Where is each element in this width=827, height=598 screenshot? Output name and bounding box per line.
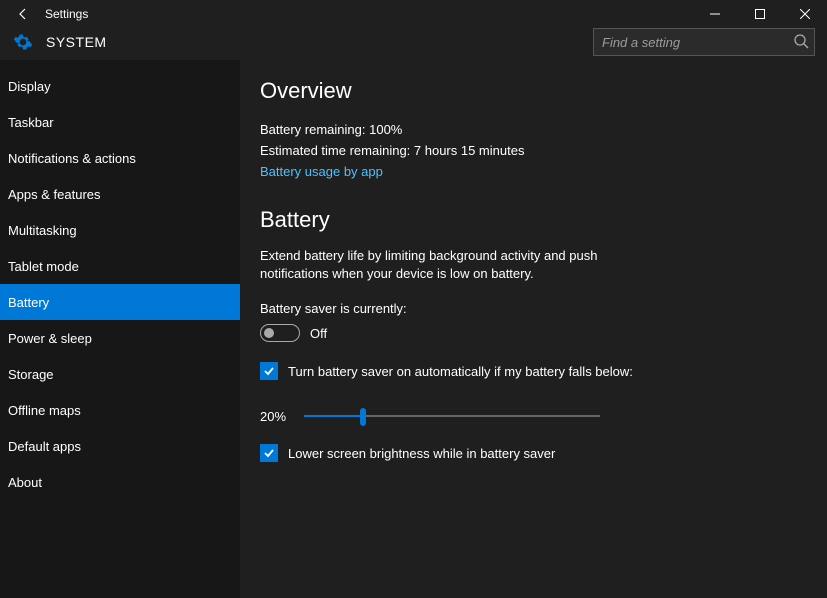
threshold-slider[interactable]: [304, 408, 600, 424]
sidebar-item-label: Battery: [8, 295, 49, 310]
close-button[interactable]: [782, 0, 827, 27]
search-icon: [793, 33, 809, 49]
window-title: Settings: [45, 7, 88, 21]
sidebar-item-battery[interactable]: Battery: [0, 284, 240, 320]
sidebar-item-storage[interactable]: Storage: [0, 356, 240, 392]
toggle-knob: [264, 328, 274, 338]
battery-saver-toggle[interactable]: [260, 324, 300, 342]
sidebar-item-about[interactable]: About: [0, 464, 240, 500]
sidebar-item-offline-maps[interactable]: Offline maps: [0, 392, 240, 428]
sidebar-item-apps-features[interactable]: Apps & features: [0, 176, 240, 212]
sidebar-item-label: Storage: [8, 367, 54, 382]
minimize-button[interactable]: [692, 0, 737, 27]
section-title: SYSTEM: [46, 34, 107, 50]
content-pane: Overview Battery remaining: 100% Estimat…: [240, 60, 827, 598]
sidebar-item-display[interactable]: Display: [0, 68, 240, 104]
sidebar-item-label: Offline maps: [8, 403, 81, 418]
gear-icon: [10, 32, 36, 52]
sidebar-item-taskbar[interactable]: Taskbar: [0, 104, 240, 140]
slider-thumb: [360, 408, 366, 426]
estimated-time-text: Estimated time remaining: 7 hours 15 min…: [260, 143, 807, 158]
sidebar-item-label: About: [8, 475, 42, 490]
auto-saver-checkbox[interactable]: [260, 362, 278, 380]
back-button[interactable]: [0, 0, 45, 27]
check-icon: [263, 365, 275, 377]
sidebar-item-label: Notifications & actions: [8, 151, 136, 166]
sidebar-item-label: Power & sleep: [8, 331, 92, 346]
sidebar-item-notifications-actions[interactable]: Notifications & actions: [0, 140, 240, 176]
battery-heading: Battery: [260, 207, 807, 233]
saver-state-text: Off: [310, 326, 327, 341]
lower-brightness-checkbox[interactable]: [260, 444, 278, 462]
sidebar-item-tablet-mode[interactable]: Tablet mode: [0, 248, 240, 284]
saver-status-label: Battery saver is currently:: [260, 301, 807, 316]
header: SYSTEM: [0, 27, 827, 57]
sidebar-item-label: Tablet mode: [8, 259, 79, 274]
sidebar-item-label: Display: [8, 79, 51, 94]
sidebar: Display Taskbar Notifications & actions App…: [0, 60, 240, 598]
auto-saver-label: Turn battery saver on automatically if m…: [288, 364, 633, 379]
battery-usage-link[interactable]: Battery usage by app: [260, 164, 807, 179]
sidebar-item-power-sleep[interactable]: Power & sleep: [0, 320, 240, 356]
search-input[interactable]: [593, 28, 815, 56]
sidebar-item-multitasking[interactable]: Multitasking: [0, 212, 240, 248]
sidebar-item-default-apps[interactable]: Default apps: [0, 428, 240, 464]
slider-percent-label: 20%: [260, 409, 288, 424]
slider-fill: [304, 415, 363, 417]
battery-description: Extend battery life by limiting backgrou…: [260, 247, 600, 283]
overview-heading: Overview: [260, 78, 807, 104]
sidebar-item-label: Multitasking: [8, 223, 77, 238]
check-icon: [263, 447, 275, 459]
sidebar-item-label: Taskbar: [8, 115, 54, 130]
title-bar: Settings: [0, 0, 827, 27]
lower-brightness-label: Lower screen brightness while in battery…: [288, 446, 555, 461]
battery-remaining-text: Battery remaining: 100%: [260, 122, 807, 137]
sidebar-item-label: Apps & features: [8, 187, 101, 202]
search-wrap: [593, 28, 815, 56]
sidebar-item-label: Default apps: [8, 439, 81, 454]
maximize-button[interactable]: [737, 0, 782, 27]
